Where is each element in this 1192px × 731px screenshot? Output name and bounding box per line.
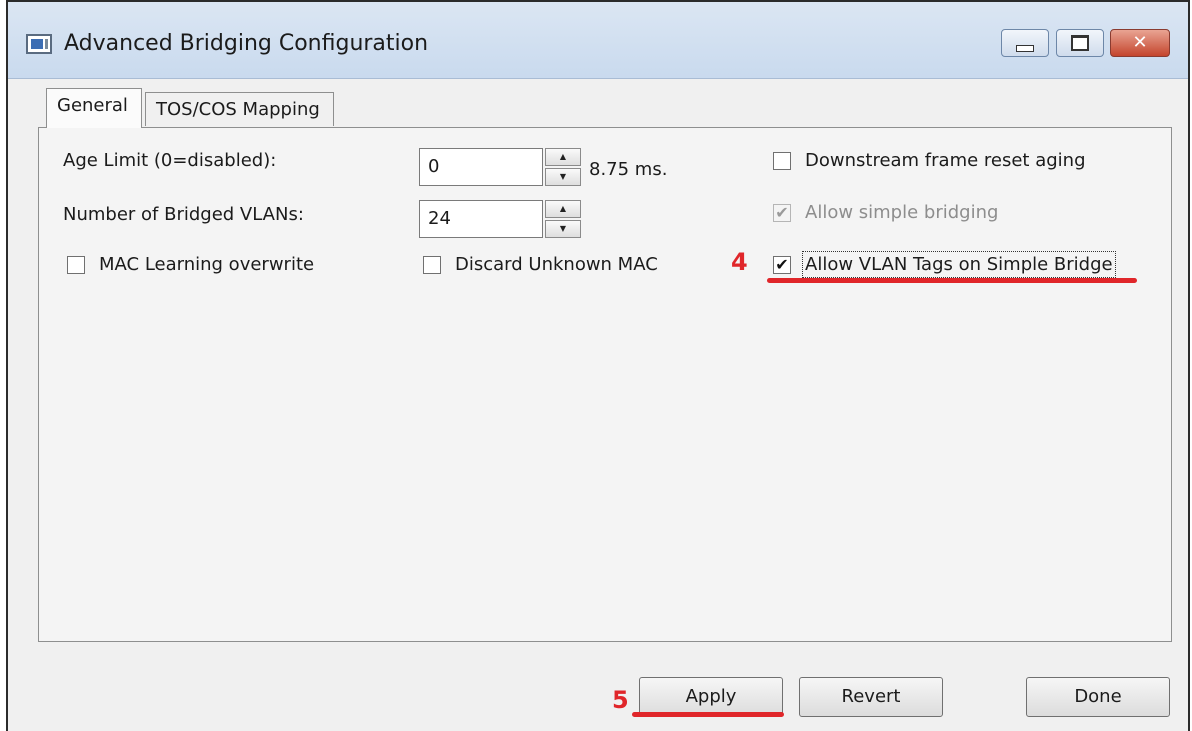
allow-simple-bridging-label: Allow simple bridging: [805, 202, 999, 223]
tab-tos-cos-mapping[interactable]: TOS/COS Mapping: [145, 92, 334, 126]
annotation-step-5: 5: [612, 686, 629, 714]
check-mark-icon: ✔: [775, 255, 789, 274]
window-title: Advanced Bridging Configuration: [64, 31, 429, 56]
annotation-underline-step-4: [767, 278, 1137, 283]
maximize-button[interactable]: [1056, 29, 1104, 57]
dialog-window: Advanced Bridging Configuration ✕ Genera…: [6, 0, 1190, 731]
bridged-vlans-label: Number of Bridged VLANs:: [63, 204, 304, 225]
allow-vlan-tags-label: Allow VLAN Tags on Simple Bridge: [802, 251, 1116, 278]
mac-learning-overwrite-label: MAC Learning overwrite: [99, 254, 315, 275]
close-button[interactable]: ✕: [1110, 29, 1170, 57]
general-tab-panel: Age Limit (0=disabled): 0 ▲ ▼ 8.75 ms. N…: [38, 127, 1172, 642]
spinner-down-icon[interactable]: ▼: [545, 220, 581, 238]
revert-button[interactable]: Revert: [799, 677, 943, 717]
spinner-down-icon[interactable]: ▼: [545, 168, 581, 186]
done-button[interactable]: Done: [1026, 677, 1170, 717]
annotation-underline-step-5: [632, 712, 784, 717]
age-limit-unit-text: 8.75 ms.: [589, 159, 668, 180]
tab-general[interactable]: General: [46, 88, 142, 128]
allow-vlan-tags-checkbox[interactable]: ✔: [773, 256, 791, 274]
spinner-up-icon[interactable]: ▲: [545, 200, 581, 218]
annotation-step-4: 4: [731, 248, 748, 276]
age-limit-input[interactable]: 0: [419, 148, 543, 186]
check-mark-icon: ✔: [775, 203, 789, 222]
close-icon: ✕: [1132, 32, 1148, 53]
mac-learning-overwrite-checkbox[interactable]: [67, 256, 85, 274]
minimize-icon: [1016, 44, 1034, 52]
discard-unknown-mac-label: Discard Unknown MAC: [455, 254, 658, 275]
app-window-icon: [26, 34, 52, 54]
minimize-button[interactable]: [1001, 29, 1049, 57]
age-limit-spinner[interactable]: ▲ ▼: [545, 148, 581, 186]
allow-simple-bridging-checkbox: ✔: [773, 204, 791, 222]
bridged-vlans-input[interactable]: 24: [419, 200, 543, 238]
discard-unknown-mac-checkbox[interactable]: [423, 256, 441, 274]
bridged-vlans-spinner[interactable]: ▲ ▼: [545, 200, 581, 238]
title-bar[interactable]: Advanced Bridging Configuration ✕: [8, 2, 1188, 79]
age-limit-label: Age Limit (0=disabled):: [63, 150, 277, 171]
downstream-frame-reset-aging-checkbox[interactable]: [773, 152, 791, 170]
apply-button[interactable]: Apply: [639, 677, 783, 717]
maximize-icon: [1071, 35, 1089, 51]
spinner-up-icon[interactable]: ▲: [545, 148, 581, 166]
downstream-frame-reset-aging-label: Downstream frame reset aging: [805, 150, 1086, 171]
